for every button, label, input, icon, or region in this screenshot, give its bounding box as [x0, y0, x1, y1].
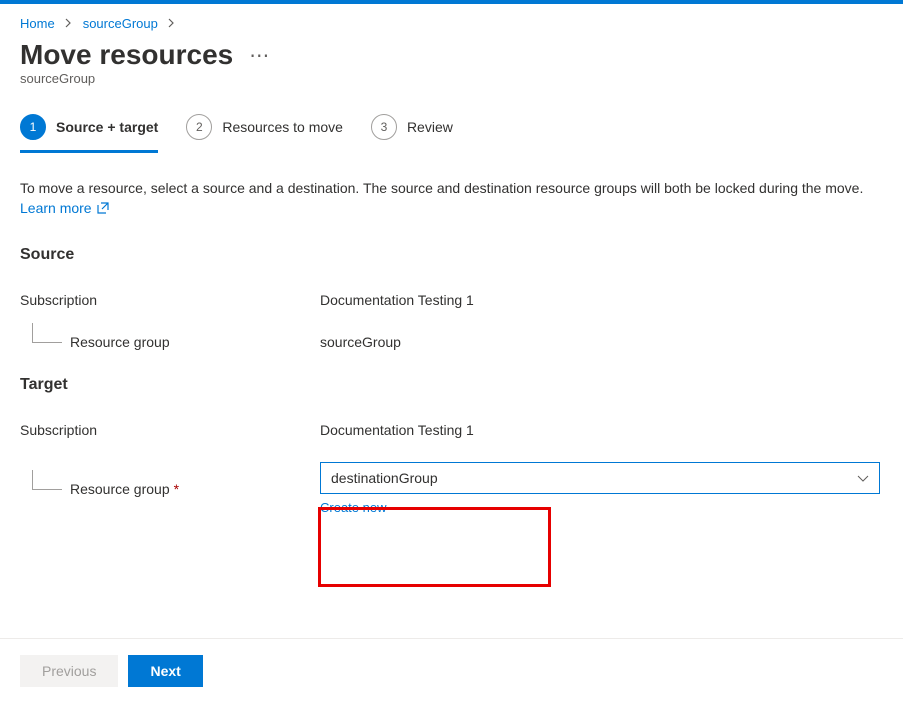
target-subscription-value: Documentation Testing 1	[320, 422, 883, 438]
page-subtitle: sourceGroup	[20, 71, 883, 86]
intro-text: To move a resource, select a source and …	[20, 179, 883, 218]
required-indicator: *	[174, 481, 179, 497]
chevron-right-icon	[65, 16, 73, 31]
chevron-right-icon	[168, 16, 176, 31]
target-heading: Target	[20, 376, 883, 394]
intro-body: To move a resource, select a source and …	[20, 180, 863, 196]
wizard-tabs: 1 Source + target 2 Resources to move 3 …	[20, 114, 883, 153]
source-subscription-label: Subscription	[20, 292, 320, 308]
next-button[interactable]: Next	[128, 655, 202, 687]
target-rg-label: Resource group	[70, 481, 170, 497]
tab-review[interactable]: 3 Review	[371, 114, 453, 153]
breadcrumb: Home sourceGroup	[20, 16, 883, 31]
tab-step-number: 1	[20, 114, 46, 140]
more-actions-button[interactable]: ⋯	[249, 43, 270, 68]
target-rg-row: Resource group * destinationGroup Create…	[20, 462, 883, 515]
tab-resources-to-move[interactable]: 2 Resources to move	[186, 114, 343, 153]
footer-actions: Previous Next	[0, 638, 903, 703]
tab-label: Review	[407, 119, 453, 135]
tab-label: Source + target	[56, 119, 158, 135]
create-new-link[interactable]: Create new	[320, 500, 883, 515]
tree-branch-icon	[32, 470, 62, 490]
tree-branch-icon	[32, 323, 62, 343]
source-subscription-row: Subscription Documentation Testing 1	[20, 292, 883, 308]
source-rg-label: Resource group	[70, 334, 170, 350]
tab-step-number: 2	[186, 114, 212, 140]
external-link-icon	[97, 200, 109, 212]
annotation-highlight	[318, 507, 551, 587]
learn-more-link[interactable]: Learn more	[20, 200, 109, 216]
breadcrumb-home[interactable]: Home	[20, 16, 55, 31]
previous-button[interactable]: Previous	[20, 655, 118, 687]
page-title: Move resources	[20, 39, 233, 71]
chevron-down-icon	[857, 470, 869, 486]
source-heading: Source	[20, 246, 883, 264]
tab-source-target[interactable]: 1 Source + target	[20, 114, 158, 153]
source-subscription-value: Documentation Testing 1	[320, 292, 883, 308]
target-subscription-label: Subscription	[20, 422, 320, 438]
target-rg-selected: destinationGroup	[331, 470, 438, 486]
breadcrumb-source-group[interactable]: sourceGroup	[83, 16, 158, 31]
source-rg-row: Resource group sourceGroup	[20, 332, 883, 352]
source-rg-value: sourceGroup	[320, 334, 883, 350]
tab-step-number: 3	[371, 114, 397, 140]
tab-label: Resources to move	[222, 119, 343, 135]
target-rg-dropdown[interactable]: destinationGroup	[320, 462, 880, 494]
target-subscription-row: Subscription Documentation Testing 1	[20, 422, 883, 438]
